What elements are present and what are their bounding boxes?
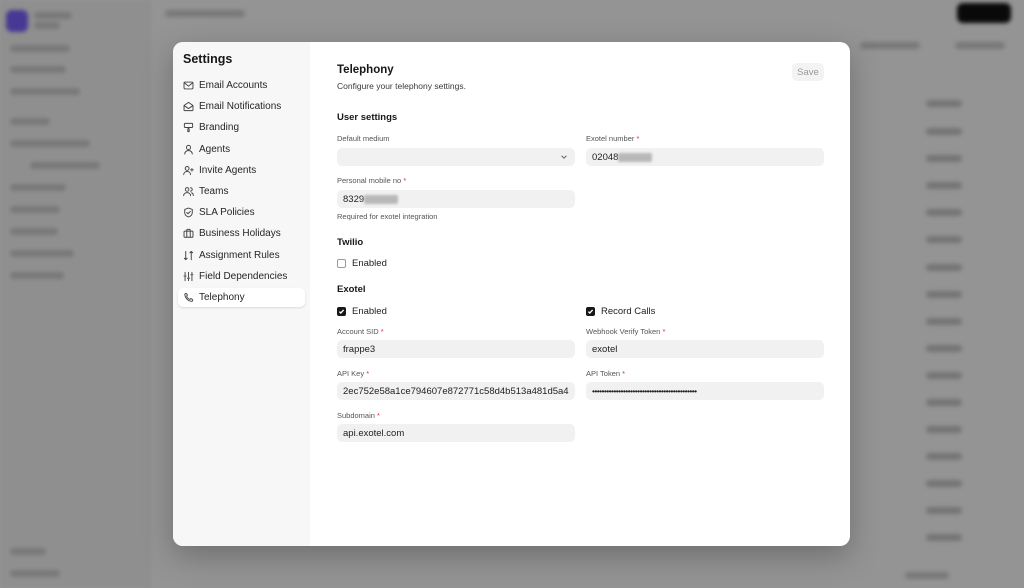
phone-icon — [184, 292, 194, 302]
nav-item-branding[interactable]: Branding — [178, 118, 305, 137]
check-icon — [338, 309, 345, 315]
nav-item-email-notifications[interactable]: Email Notifications — [178, 97, 305, 116]
nav-item-label: Assignment Rules — [199, 249, 280, 261]
settings-title: Settings — [183, 52, 233, 66]
user-plus-icon — [183, 165, 194, 175]
personal-mobile-field[interactable]: 8329 — [337, 190, 575, 208]
page-title: Telephony — [337, 64, 394, 76]
nav-item-teams[interactable]: Teams — [178, 182, 305, 201]
personal-mobile-value: 8329 — [343, 193, 365, 205]
nav-item-label: Branding — [199, 122, 240, 134]
nav-item-label: Field Dependencies — [199, 270, 288, 282]
exotel-number-value: 02048 — [592, 151, 619, 163]
briefcase-icon — [183, 229, 194, 239]
nav-item-business-holidays[interactable]: Business Holidays — [178, 224, 305, 243]
check-icon — [587, 309, 594, 315]
telephony-panel: Telephony Configure your telephony setti… — [310, 42, 850, 546]
mail-open-icon — [183, 102, 194, 112]
mail-icon — [183, 81, 194, 90]
exotel-number-field[interactable]: 02048 — [586, 148, 824, 166]
api-token-field[interactable]: ••••••••••••••••••••••••••••••••••••••••… — [586, 382, 824, 400]
personal-mobile-hint: Required for exotel integration — [337, 212, 438, 221]
account-sid-field[interactable]: frappe3 — [337, 340, 575, 358]
redacted-blur — [618, 152, 653, 162]
nav-item-telephony[interactable]: Telephony — [178, 287, 305, 307]
twilio-enabled-checkbox[interactable]: Enabled — [337, 258, 387, 269]
paint-icon — [183, 123, 194, 133]
twilio-heading: Twilio — [337, 237, 364, 248]
checkbox-box — [337, 259, 346, 268]
checkbox-checked — [337, 307, 346, 316]
default-medium-select[interactable] — [337, 148, 575, 166]
exotel-heading: Exotel — [337, 284, 366, 295]
subdomain-field[interactable]: api.exotel.com — [337, 424, 575, 442]
nav-item-sla-policies[interactable]: SLA Policies — [178, 203, 305, 222]
chevron-down-icon — [561, 155, 567, 159]
redacted-blur — [364, 194, 399, 204]
api-token-label: API Token * — [586, 369, 626, 378]
users-icon — [183, 187, 194, 197]
nav-item-invite-agents[interactable]: Invite Agents — [178, 161, 305, 180]
nav-item-agents[interactable]: Agents — [178, 140, 305, 159]
git-branch-icon — [183, 250, 194, 260]
sliders-icon — [183, 271, 194, 281]
api-key-field[interactable]: 2ec752e58a1ce794607e872771c58d4b513a481d… — [337, 382, 575, 400]
nav-item-label: Agents — [199, 143, 231, 155]
checkbox-checked — [586, 307, 595, 316]
checkbox-label: Enabled — [352, 306, 387, 317]
nav-item-field-dependencies[interactable]: Field Dependencies — [178, 267, 305, 286]
save-button[interactable]: Save — [792, 63, 824, 81]
account-sid-label: Account SID * — [337, 327, 384, 336]
nav-item-label: Business Holidays — [199, 228, 281, 240]
nav-item-label: Telephony — [199, 291, 245, 303]
webhook-token-label: Webhook Verify Token * — [586, 327, 666, 336]
settings-sidebar: Settings Email Accounts Email Notificati… — [173, 42, 310, 546]
user-settings-heading: User settings — [337, 112, 398, 123]
nav-item-label: Email Accounts — [199, 80, 268, 91]
record-calls-checkbox[interactable]: Record Calls — [586, 306, 655, 317]
nav-item-label: Invite Agents — [199, 164, 257, 176]
shield-icon — [184, 207, 193, 218]
user-icon — [184, 144, 193, 155]
api-key-label: API Key * — [337, 369, 370, 378]
settings-modal: Settings Email Accounts Email Notificati… — [173, 42, 850, 546]
nav-item-email-accounts[interactable]: Email Accounts — [178, 76, 305, 95]
webhook-token-field[interactable]: exotel — [586, 340, 824, 358]
page-subtitle: Configure your telephony settings. — [337, 81, 466, 91]
nav-item-label: SLA Policies — [199, 207, 255, 219]
nav-item-assignment-rules[interactable]: Assignment Rules — [178, 246, 305, 265]
subdomain-label: Subdomain * — [337, 411, 380, 420]
personal-mobile-label: Personal mobile no * — [337, 176, 407, 185]
nav-item-label: Teams — [199, 185, 229, 197]
checkbox-label: Enabled — [352, 258, 387, 269]
default-medium-label: Default medium — [337, 134, 390, 143]
checkbox-label: Record Calls — [601, 306, 656, 317]
exotel-number-label: Exotel number * — [586, 134, 640, 143]
exotel-enabled-checkbox[interactable]: Enabled — [337, 306, 387, 317]
nav-item-label: Email Notifications — [199, 101, 282, 113]
